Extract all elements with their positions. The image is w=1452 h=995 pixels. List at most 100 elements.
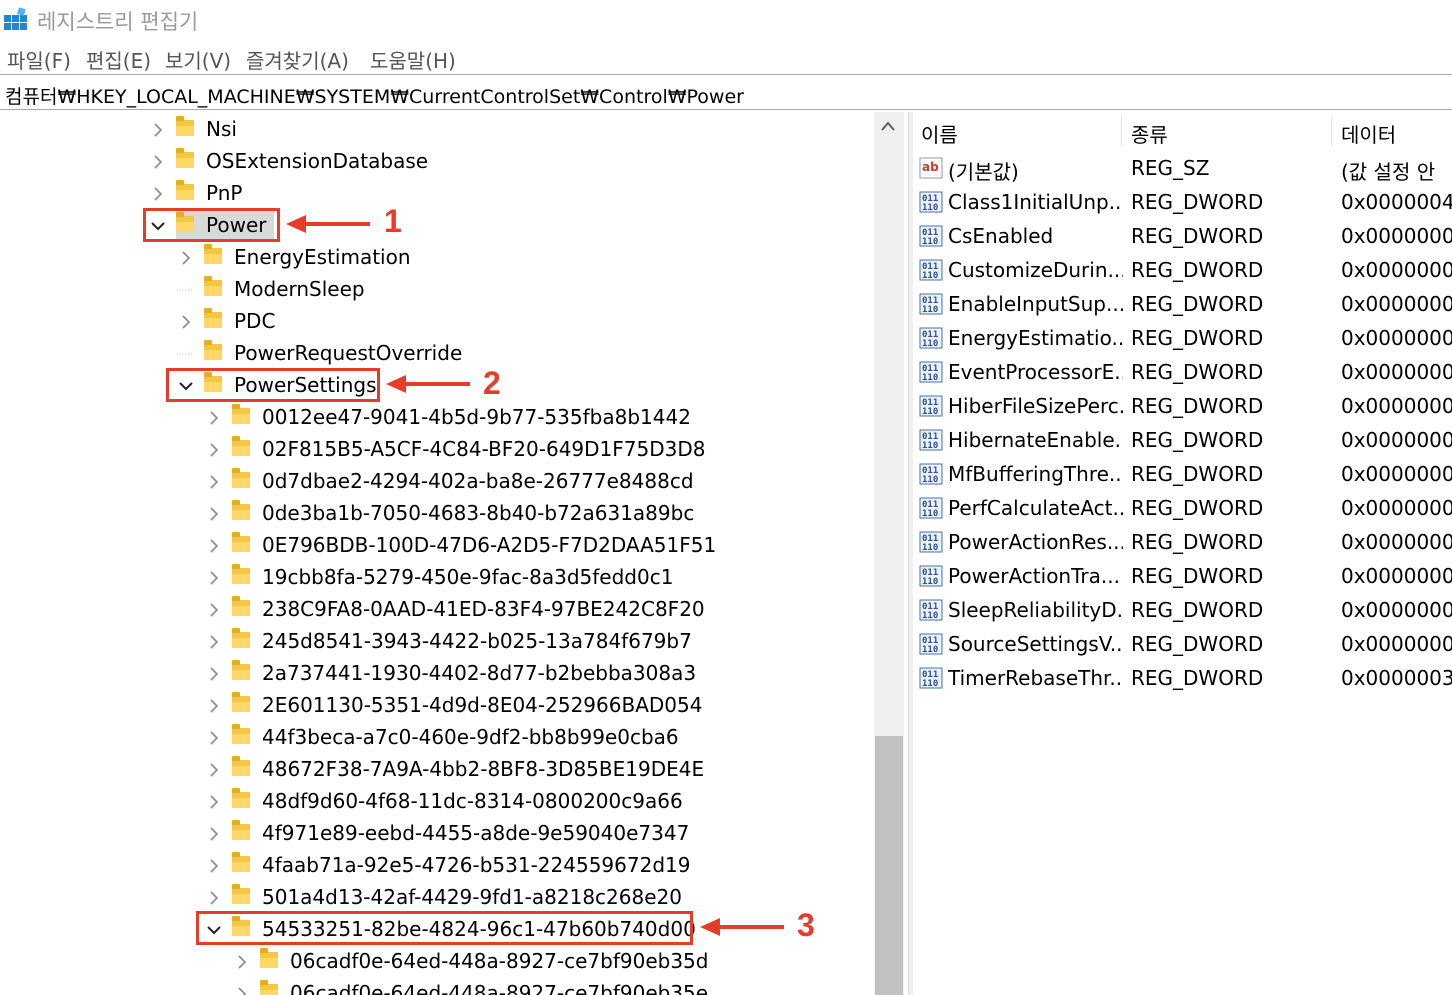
tree-node[interactable]: OSExtensionDatabase [0,146,874,178]
tree-node-label[interactable]: PnP [206,181,242,205]
chevron-right-icon[interactable] [178,248,194,268]
value-row[interactable]: 011 110 EnableInputSup... REG_DWORD 0x000000… [913,288,1452,322]
column-header-name[interactable]: 이름 [921,119,958,148]
tree-node-label[interactable]: 48df9d60-4f68-11dc-8314-0800200c9a66 [262,789,683,813]
chevron-right-icon[interactable] [206,408,222,428]
menu-edit[interactable]: 편집(E) [86,45,151,74]
chevron-right-icon[interactable] [206,472,222,492]
value-row[interactable]: 011 110 PerfCalculateAct... REG_DWORD 0x0000… [913,492,1452,526]
tree-node-label[interactable]: 06cadf0e-64ed-448a-8927-ce7bf90eb35e [290,981,708,995]
chevron-right-icon[interactable] [206,568,222,588]
tree-node[interactable]: 06cadf0e-64ed-448a-8927-ce7bf90eb35d [0,946,874,978]
menu-view[interactable]: 보기(V) [165,45,231,74]
chevron-right-icon[interactable] [206,824,222,844]
tree-node-label[interactable]: 48672F38-7A9A-4bb2-8BF8-3D85BE19DE4E [262,757,704,781]
tree-node[interactable]: Nsi [0,114,874,146]
value-row[interactable]: 011 110 SleepReliabilityD... REG_DWORD 0x000… [913,594,1452,628]
chevron-right-icon[interactable] [234,984,250,995]
tree-node[interactable]: 0d7dbae2-4294-402a-ba8e-26777e8488cd [0,466,874,498]
tree-node[interactable]: Power [0,210,874,242]
scroll-thumb[interactable] [875,736,903,995]
tree-node-label[interactable]: 238C9FA8-0AAD-41ED-83F4-97BE242C8F20 [262,597,705,621]
chevron-right-icon[interactable] [206,664,222,684]
address-bar[interactable]: 컴퓨터₩HKEY_LOCAL_MACHINE₩SYSTEM₩CurrentCon… [0,74,1452,110]
tree-node-label[interactable]: PDC [234,309,275,333]
tree-node-label[interactable]: 2a737441-1930-4402-8d77-b2bebba308a3 [262,661,696,685]
chevron-right-icon[interactable] [150,184,166,204]
chevron-right-icon[interactable] [234,952,250,972]
chevron-right-icon[interactable] [206,792,222,812]
column-separator[interactable] [1331,116,1332,146]
tree-node-label[interactable]: 44f3beca-a7c0-460e-9df2-bb8b99e0cba6 [262,725,679,749]
tree-node[interactable]: 48672F38-7A9A-4bb2-8BF8-3D85BE19DE4E [0,754,874,786]
tree-node-label[interactable]: 245d8541-3943-4422-b025-13a784f679b7 [262,629,692,653]
tree-node[interactable]: 501a4d13-42af-4429-9fd1-a8218c268e20 [0,882,874,914]
value-row[interactable]: 011 110 CustomizeDurin... REG_DWORD 0x000000… [913,254,1452,288]
tree-node[interactable]: 2E601130-5351-4d9d-8E04-252966BAD054 [0,690,874,722]
tree-node-label[interactable]: 2E601130-5351-4d9d-8E04-252966BAD054 [262,693,702,717]
tree-node[interactable]: 0012ee47-9041-4b5d-9b77-535fba8b1442 [0,402,874,434]
tree-node-label[interactable]: 0012ee47-9041-4b5d-9b77-535fba8b1442 [262,405,691,429]
column-separator[interactable] [1121,116,1122,146]
chevron-right-icon[interactable] [206,696,222,716]
tree-node-label[interactable]: ModernSleep [234,277,365,301]
chevron-right-icon[interactable] [206,760,222,780]
value-row[interactable]: ab (기본값) REG_SZ (값 설정 안 [913,152,1452,186]
tree-node-label[interactable]: 4faab71a-92e5-4726-b531-224559672d19 [262,853,690,877]
value-row[interactable]: 011 110 Class1InitialUnp... REG_DWORD 0x0000… [913,186,1452,220]
key-tree-pane[interactable]: Nsi OSExtensionDatabase PnP Power EnergyEsti… [0,112,874,995]
tree-node[interactable]: 19cbb8fa-5279-450e-9fac-8a3d5fedd0c1 [0,562,874,594]
tree-node-label[interactable]: 0de3ba1b-7050-4683-8b40-b72a631a89bc [262,501,694,525]
value-row[interactable]: 011 110 CsEnabled REG_DWORD 0x0000000( [913,220,1452,254]
chevron-right-icon[interactable] [150,152,166,172]
tree-node[interactable]: PnP [0,178,874,210]
tree-node[interactable]: PowerRequestOverride [0,338,874,370]
value-row[interactable]: 011 110 TimerRebaseThr... REG_DWORD 0x000000… [913,662,1452,696]
tree-node-label[interactable]: OSExtensionDatabase [206,149,428,173]
tree-node[interactable]: ModernSleep [0,274,874,306]
scroll-up-arrow-icon[interactable] [880,120,896,132]
chevron-right-icon[interactable] [150,120,166,140]
menu-file[interactable]: 파일(F) [7,45,71,74]
tree-node[interactable]: 0de3ba1b-7050-4683-8b40-b72a631a89bc [0,498,874,530]
column-header-type[interactable]: 종류 [1131,119,1168,148]
tree-node[interactable]: 02F815B5-A5CF-4C84-BF20-649D1F75D3D8 [0,434,874,466]
chevron-right-icon[interactable] [206,728,222,748]
address-path[interactable]: 컴퓨터₩HKEY_LOCAL_MACHINE₩SYSTEM₩CurrentCon… [5,82,744,109]
tree-node[interactable]: 48df9d60-4f68-11dc-8314-0800200c9a66 [0,786,874,818]
tree-node[interactable]: 2a737441-1930-4402-8d77-b2bebba308a3 [0,658,874,690]
tree-node-label[interactable]: 02F815B5-A5CF-4C84-BF20-649D1F75D3D8 [262,437,705,461]
value-row[interactable]: 011 110 PowerActionRes... REG_DWORD 0x000000… [913,526,1452,560]
value-row[interactable]: 011 110 HibernateEnable... REG_DWORD 0x00000… [913,424,1452,458]
tree-node-label[interactable]: 19cbb8fa-5279-450e-9fac-8a3d5fedd0c1 [262,565,673,589]
tree-node-label[interactable]: Nsi [206,117,237,141]
tree-node-label[interactable]: 0E796BDB-100D-47D6-A2D5-F7D2DAA51F51 [262,533,716,557]
tree-node[interactable]: 4f971e89-eebd-4455-a8de-9e59040e7347 [0,818,874,850]
tree-node-label[interactable]: 0d7dbae2-4294-402a-ba8e-26777e8488cd [262,469,694,493]
chevron-right-icon[interactable] [206,856,222,876]
value-row[interactable]: 011 110 EnergyEstimatio... REG_DWORD 0x00000… [913,322,1452,356]
column-header-data[interactable]: 데이터 [1341,119,1396,148]
chevron-right-icon[interactable] [206,632,222,652]
menu-help[interactable]: 도움말(H) [370,45,456,74]
value-row[interactable]: 011 110 HiberFileSizePerc... REG_DWORD 0x000… [913,390,1452,424]
tree-node[interactable]: 245d8541-3943-4422-b025-13a784f679b7 [0,626,874,658]
tree-node-label[interactable]: 4f971e89-eebd-4455-a8de-9e59040e7347 [262,821,689,845]
value-row[interactable]: 011 110 EventProcessorE... REG_DWORD 0x00000… [913,356,1452,390]
chevron-right-icon[interactable] [206,440,222,460]
value-row[interactable]: 011 110 PowerActionTra... REG_DWORD 0x000000… [913,560,1452,594]
tree-node[interactable]: PDC [0,306,874,338]
tree-node[interactable]: EnergyEstimation [0,242,874,274]
chevron-right-icon[interactable] [206,504,222,524]
tree-node-label[interactable]: 06cadf0e-64ed-448a-8927-ce7bf90eb35d [290,949,708,973]
chevron-right-icon[interactable] [206,536,222,556]
menu-favorites[interactable]: 즐겨찾기(A) [246,45,349,74]
value-row[interactable]: 011 110 MfBufferingThre... REG_DWORD 0x00000… [913,458,1452,492]
value-row[interactable]: 011 110 SourceSettingsV... REG_DWORD 0x00000… [913,628,1452,662]
tree-node[interactable]: 4faab71a-92e5-4726-b531-224559672d19 [0,850,874,882]
chevron-right-icon[interactable] [206,888,222,908]
chevron-right-icon[interactable] [178,312,194,332]
tree-node-label[interactable]: PowerRequestOverride [234,341,462,365]
tree-node[interactable]: 0E796BDB-100D-47D6-A2D5-F7D2DAA51F51 [0,530,874,562]
tree-node-label[interactable]: EnergyEstimation [234,245,411,269]
